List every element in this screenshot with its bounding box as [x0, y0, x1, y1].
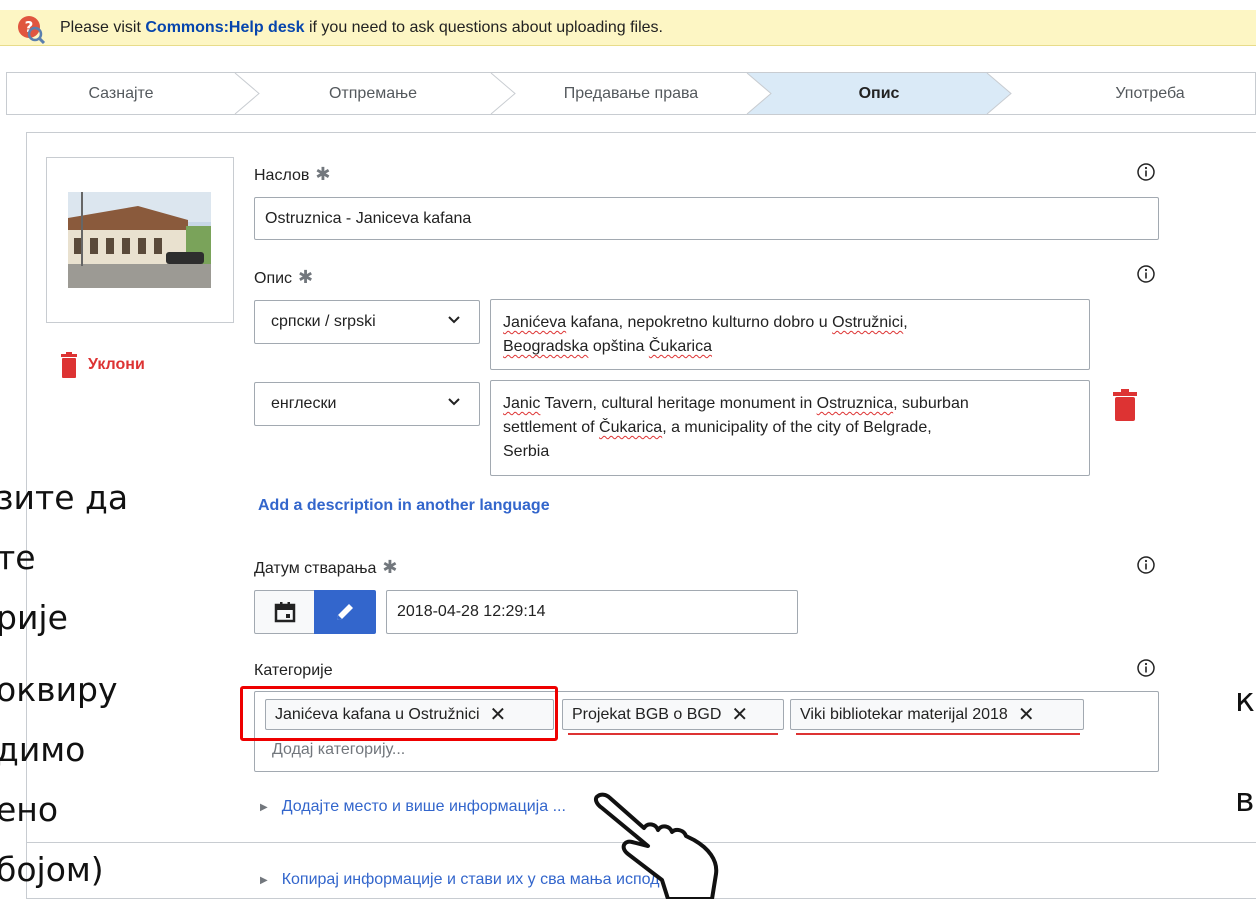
required-mark: ✱ [382, 557, 398, 577]
highlight-box [240, 686, 558, 741]
date-label-text: Датум стварања [254, 560, 377, 577]
category-chip[interactable]: Viki bibliotekar materijal 2018 ✕ [790, 699, 1084, 730]
text-part: Serbia [503, 443, 550, 460]
category-chip[interactable]: Projekat BGB o BGD ✕ [562, 699, 784, 730]
step-describe[interactable]: Опис [759, 73, 999, 114]
description-line: Serbia [503, 440, 1077, 464]
trash-icon[interactable] [1112, 389, 1138, 421]
pencil-icon [337, 604, 353, 620]
overlay-text-line: оквиру [0, 670, 118, 709]
text-part: Čukarica [599, 419, 663, 436]
step-release-rights[interactable]: Предавање права [503, 73, 759, 114]
triangle-right-icon: ▶ [260, 801, 268, 813]
add-description-language-link[interactable]: Add a description in another language [258, 497, 550, 515]
remove-label: Уклони [88, 356, 145, 373]
required-mark: ✱ [298, 267, 314, 287]
chevron-down-icon [448, 316, 460, 324]
overlay-text-line: те [0, 538, 36, 577]
overlay-text-line: ено [0, 790, 59, 829]
category-chip-label: Projekat BGB o BGD [572, 705, 722, 723]
text-part: , suburban [893, 395, 969, 412]
description-label: Опис ✱ [254, 267, 313, 288]
language-value: енглески [271, 395, 337, 412]
description-textarea-serbian[interactable]: Janićeva kafana, nepokretno kulturno dob… [490, 299, 1090, 370]
text-part: settlement of [503, 419, 600, 436]
language-select-serbian[interactable]: српски / srpski [254, 300, 480, 344]
text-mode-button[interactable] [314, 590, 376, 634]
calendar-icon [274, 602, 296, 623]
categories-label: Категорије [254, 662, 333, 679]
more-info-expander[interactable]: ▶ Додајте место и више информација ... [260, 798, 566, 816]
text-part: , [903, 314, 908, 331]
red-underline [568, 733, 778, 735]
text-part: Beogradska [503, 338, 589, 355]
overlay-text-line: в [1235, 780, 1255, 819]
language-value: српски / srpski [271, 313, 376, 330]
text-part: Ostruznica [816, 395, 894, 412]
text-part: , a municipality of the city of Belgrade… [662, 419, 932, 436]
pointing-hand-icon [593, 792, 719, 899]
step-learn[interactable]: Сазнајте [7, 73, 235, 114]
title-input[interactable]: Ostruznica - Janiceva kafana [254, 197, 1159, 240]
chevron-down-icon [448, 398, 460, 406]
description-line: settlement of Čukarica, a municipality o… [503, 416, 1077, 440]
notice-suffix: if you need to ask questions about uploa… [308, 19, 663, 36]
close-icon[interactable]: ✕ [1018, 702, 1035, 727]
step-upload[interactable]: Отпремање [247, 73, 499, 114]
description-line: Janićeva kafana, nepokretno kulturno dob… [503, 311, 1077, 335]
help-notice: ? Please visit Commons:Help desk if you … [0, 10, 1256, 46]
notice-text: Please visit Commons:Help desk if you ne… [60, 19, 663, 37]
notice-prefix: Please visit [60, 19, 141, 36]
file-thumbnail [68, 192, 211, 288]
text-part: Ostružnici [832, 314, 904, 331]
text-part: Janic [503, 395, 541, 412]
calendar-mode-button[interactable] [254, 590, 316, 634]
overlay-text-line: бојом) [0, 850, 104, 889]
overlay-text-line: зите да [0, 478, 129, 517]
category-chip-label: Viki bibliotekar materijal 2018 [800, 705, 1008, 723]
info-icon[interactable] [1136, 264, 1156, 284]
description-line: Janic Tavern, cultural heritage monument… [503, 392, 1077, 416]
title-value: Ostruznica - Janiceva kafana [265, 209, 472, 227]
description-textarea-english[interactable]: Janic Tavern, cultural heritage monument… [490, 380, 1090, 476]
text-part: kafana, nepokretno kulturno dobro u [566, 314, 833, 331]
text-part: Janićeva [503, 314, 567, 331]
overlay-text-line: рије [0, 598, 68, 637]
more-info-label: Додајте место и више информација ... [281, 798, 566, 815]
description-line: Beogradska opština Čukarica [503, 335, 1077, 359]
text-part: opština [588, 338, 649, 355]
red-underline [796, 733, 1080, 735]
remove-file-button[interactable]: Уклони [60, 352, 145, 378]
triangle-right-icon: ▶ [260, 874, 268, 886]
trash-icon [61, 352, 77, 378]
required-mark: ✱ [315, 164, 331, 184]
text-part: Čukarica [648, 338, 713, 355]
date-value: 2018-04-28 12:29:14 [397, 603, 546, 620]
description-label-text: Опис [254, 270, 293, 287]
overlay-text-line: к [1235, 680, 1255, 719]
language-select-english[interactable]: енглески [254, 382, 480, 426]
date-input[interactable]: 2018-04-28 12:29:14 [386, 590, 798, 634]
overlay-text-line: димо [0, 730, 86, 769]
info-icon[interactable] [1136, 162, 1156, 182]
title-label: Наслов ✱ [254, 164, 330, 185]
info-icon[interactable] [1136, 658, 1156, 678]
help-question-icon: ? [18, 16, 46, 44]
step-use[interactable]: Употреба [1007, 73, 1255, 114]
text-part: Tavern, cultural heritage monument in [540, 395, 817, 412]
close-icon[interactable]: ✕ [731, 702, 748, 727]
date-label: Датум стварања ✱ [254, 557, 398, 578]
category-placeholder: Додај категорију... [272, 741, 406, 758]
info-icon[interactable] [1136, 555, 1156, 575]
title-label-text: Наслов [254, 167, 310, 184]
upload-steps-bar: Сазнајте Отпремање Предавање права Опис … [6, 72, 1256, 115]
help-desk-link[interactable]: Commons:Help desk [145, 19, 304, 36]
